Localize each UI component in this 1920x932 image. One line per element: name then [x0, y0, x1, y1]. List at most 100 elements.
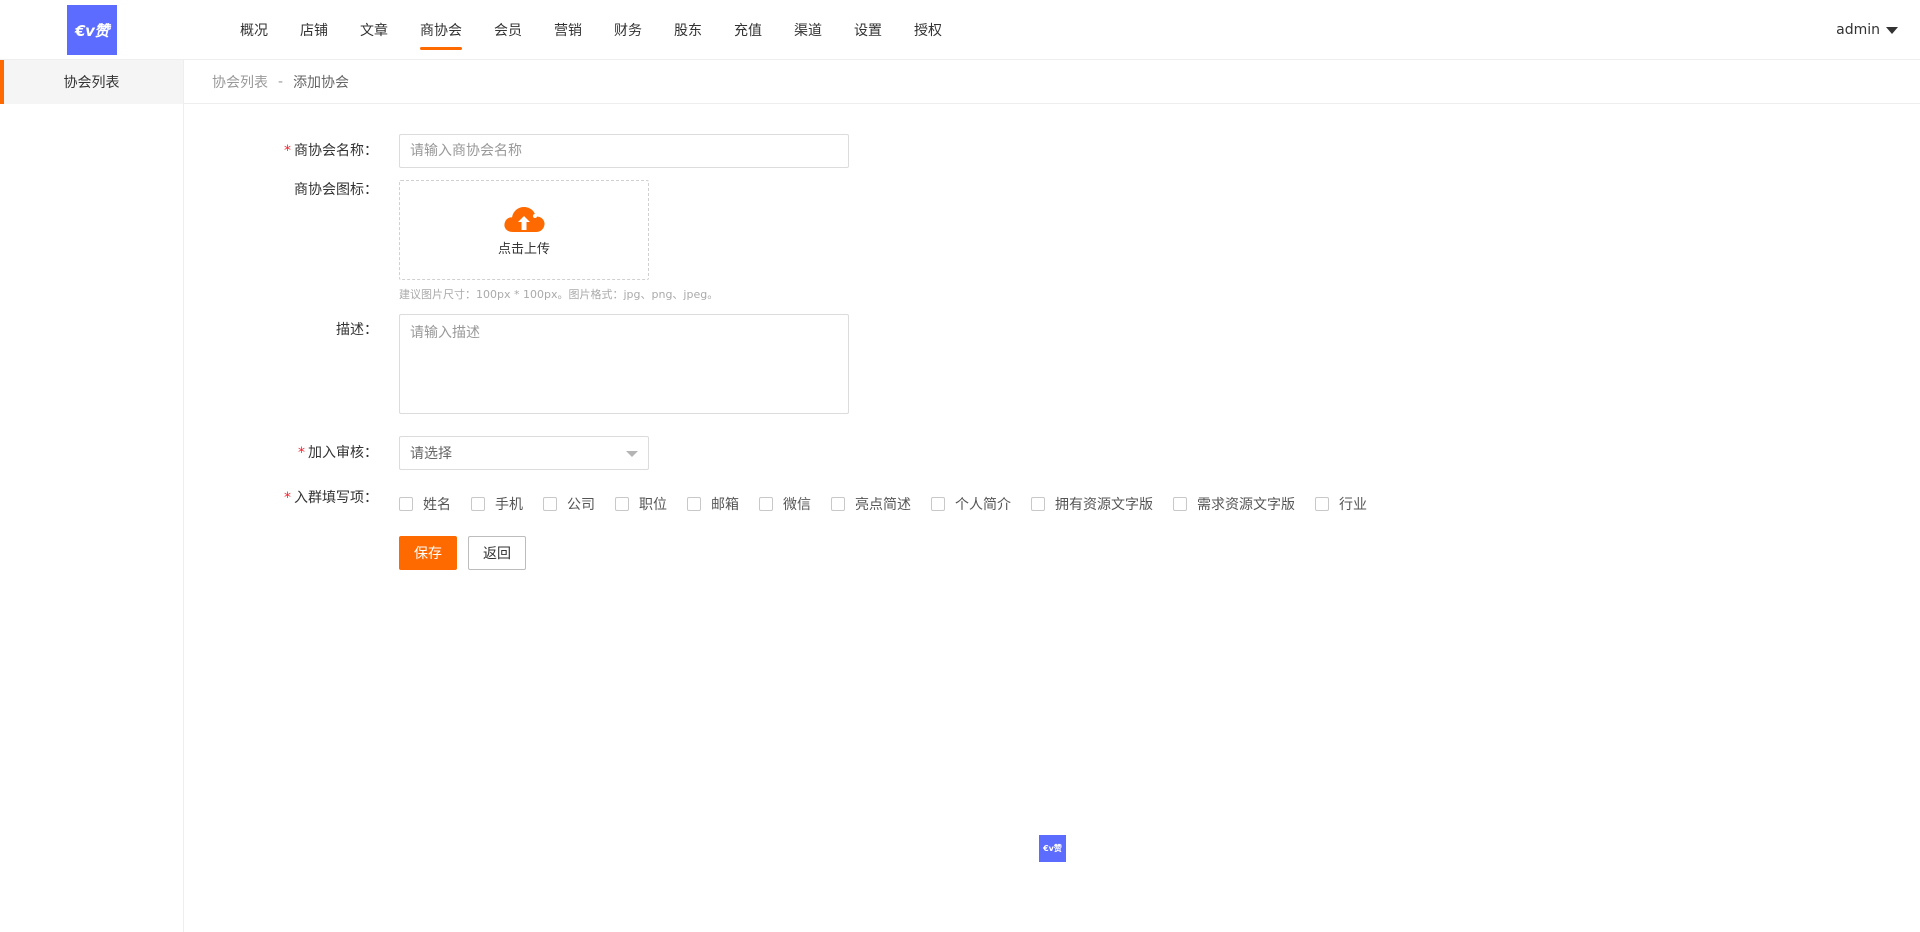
checkbox-industry[interactable]: 行业: [1315, 494, 1367, 514]
main-nav: 概况 店铺 文章 商协会 会员 营销 财务 股东 充值 渠道 设置 授权: [224, 0, 958, 60]
form-row-icon: 商协会图标： 点击上传 建议图片尺寸：100px * 100px。图片格式：jp…: [184, 180, 1920, 310]
checkbox-phone[interactable]: 手机: [471, 494, 523, 514]
required-mark: *: [284, 143, 291, 159]
checkbox-label: 拥有资源文字版: [1055, 497, 1153, 513]
review-label: * 加入审核：: [184, 436, 388, 470]
description-label-text: 描述：: [336, 322, 378, 338]
association-name-input[interactable]: [399, 134, 849, 168]
caret-down-icon: [626, 451, 638, 457]
checkbox-label: 个人简介: [955, 497, 1011, 513]
back-button[interactable]: 返回: [468, 536, 526, 570]
footer-logo: €v赞: [1039, 835, 1066, 862]
checkbox-label: 行业: [1339, 497, 1367, 513]
checkbox-box[interactable]: [1315, 497, 1329, 511]
nav-item-association[interactable]: 商协会: [404, 0, 478, 60]
nav-item-members[interactable]: 会员: [478, 0, 538, 60]
checkbox-box[interactable]: [687, 497, 701, 511]
nav-item-label: 店铺: [300, 23, 328, 39]
nav-item-channels[interactable]: 渠道: [778, 0, 838, 60]
required-mark: *: [284, 490, 291, 506]
checkbox-highlights[interactable]: 亮点简述: [831, 494, 911, 514]
form-row-review: * 加入审核： 请选择: [184, 436, 1920, 470]
checkbox-owned-resources[interactable]: 拥有资源文字版: [1031, 494, 1153, 514]
icon-upload-area[interactable]: 点击上传: [399, 180, 649, 280]
icon-field: 点击上传 建议图片尺寸：100px * 100px。图片格式：jpg、png、j…: [399, 180, 718, 302]
sidebar: 协会列表: [0, 60, 184, 932]
review-select-value: 请选择: [410, 446, 452, 462]
brand-logo-text: €v赞: [75, 21, 109, 40]
checkbox-box[interactable]: [615, 497, 629, 511]
nav-item-articles[interactable]: 文章: [344, 0, 404, 60]
checkbox-wechat[interactable]: 微信: [759, 494, 811, 514]
review-select[interactable]: 请选择: [399, 436, 649, 470]
checkbox-box[interactable]: [1031, 497, 1045, 511]
review-field: 请选择: [399, 436, 649, 470]
upload-text: 点击上传: [497, 241, 550, 257]
nav-item-label: 会员: [494, 23, 522, 39]
form-row-actions: 保存 返回: [184, 536, 1920, 570]
nav-item-shareholders[interactable]: 股东: [658, 0, 718, 60]
nav-item-label: 渠道: [794, 23, 822, 39]
sidebar-item-association-list[interactable]: 协会列表: [0, 60, 183, 104]
form-row-name: * 商协会名称：: [184, 134, 1920, 168]
checkbox-label: 亮点简述: [855, 497, 911, 513]
username: admin: [1836, 22, 1880, 38]
checkbox-label: 邮箱: [711, 497, 739, 513]
upload-cloud-icon: [504, 206, 545, 232]
nav-item-settings[interactable]: 设置: [838, 0, 898, 60]
checkbox-box[interactable]: [1173, 497, 1187, 511]
nav-item-label: 财务: [614, 23, 642, 39]
breadcrumb-current: 添加协会: [293, 74, 350, 91]
nav-item-label: 概况: [240, 23, 268, 39]
required-mark: *: [298, 445, 305, 461]
nav-item-store[interactable]: 店铺: [284, 0, 344, 60]
form-row-description: 描述：: [184, 314, 1920, 414]
name-label-text: 商协会名称：: [294, 143, 378, 159]
nav-item-label: 设置: [854, 23, 882, 39]
nav-item-authorization[interactable]: 授权: [898, 0, 958, 60]
checkbox-label: 手机: [495, 497, 523, 513]
top-navigation-bar: €v赞 概况 店铺 文章 商协会 会员 营销 财务 股东 充值 渠道 设置 授权…: [0, 0, 1920, 60]
checkbox-box[interactable]: [471, 497, 485, 511]
nav-item-recharge[interactable]: 充值: [718, 0, 778, 60]
checkbox-label: 需求资源文字版: [1197, 497, 1295, 513]
checkbox-name[interactable]: 姓名: [399, 494, 451, 514]
checkbox-label: 职位: [639, 497, 667, 513]
checkbox-box[interactable]: [543, 497, 557, 511]
nav-item-finance[interactable]: 财务: [598, 0, 658, 60]
breadcrumb: 协会列表 - 添加协会: [184, 60, 1920, 104]
checkbox-box[interactable]: [831, 497, 845, 511]
description-textarea[interactable]: [399, 314, 849, 414]
checkbox-box[interactable]: [759, 497, 773, 511]
checkbox-label: 微信: [783, 497, 811, 513]
fill-fields-label-text: 入群填写项：: [294, 490, 378, 506]
icon-label-text: 商协会图标：: [294, 182, 378, 198]
checkbox-company[interactable]: 公司: [543, 494, 595, 514]
form-row-fill-fields: * 入群填写项： 姓名 手机 公司 职位 邮箱 微信 亮点简述 个人简介 拥有资源…: [184, 488, 1920, 522]
fill-fields-group: 姓名 手机 公司 职位 邮箱 微信 亮点简述 个人简介 拥有资源文字版 需求资源…: [399, 494, 1387, 514]
brand-logo[interactable]: €v赞: [67, 5, 117, 55]
checkbox-box[interactable]: [399, 497, 413, 511]
checkbox-box[interactable]: [931, 497, 945, 511]
description-field: [399, 314, 849, 418]
checkbox-needed-resources[interactable]: 需求资源文字版: [1173, 494, 1295, 514]
nav-item-label: 股东: [674, 23, 702, 39]
user-menu[interactable]: admin: [1836, 0, 1898, 60]
fill-fields-label: * 入群填写项：: [184, 488, 388, 508]
sidebar-item-label: 协会列表: [63, 75, 120, 91]
breadcrumb-parent-link[interactable]: 协会列表: [212, 72, 268, 92]
nav-item-label: 商协会: [420, 23, 462, 39]
save-button[interactable]: 保存: [399, 536, 457, 570]
icon-hint: 建议图片尺寸：100px * 100px。图片格式：jpg、png、jpeg。: [399, 288, 719, 301]
nav-item-overview[interactable]: 概况: [224, 0, 284, 60]
checkbox-bio[interactable]: 个人简介: [931, 494, 1011, 514]
checkbox-email[interactable]: 邮箱: [687, 494, 739, 514]
name-field: [399, 134, 849, 168]
nav-item-label: 文章: [360, 23, 388, 39]
nav-item-marketing[interactable]: 营销: [538, 0, 598, 60]
checkbox-position[interactable]: 职位: [615, 494, 667, 514]
review-label-text: 加入审核：: [308, 445, 378, 461]
caret-down-icon: [1886, 26, 1898, 34]
nav-item-label: 授权: [914, 23, 942, 39]
nav-item-label: 充值: [734, 23, 762, 39]
